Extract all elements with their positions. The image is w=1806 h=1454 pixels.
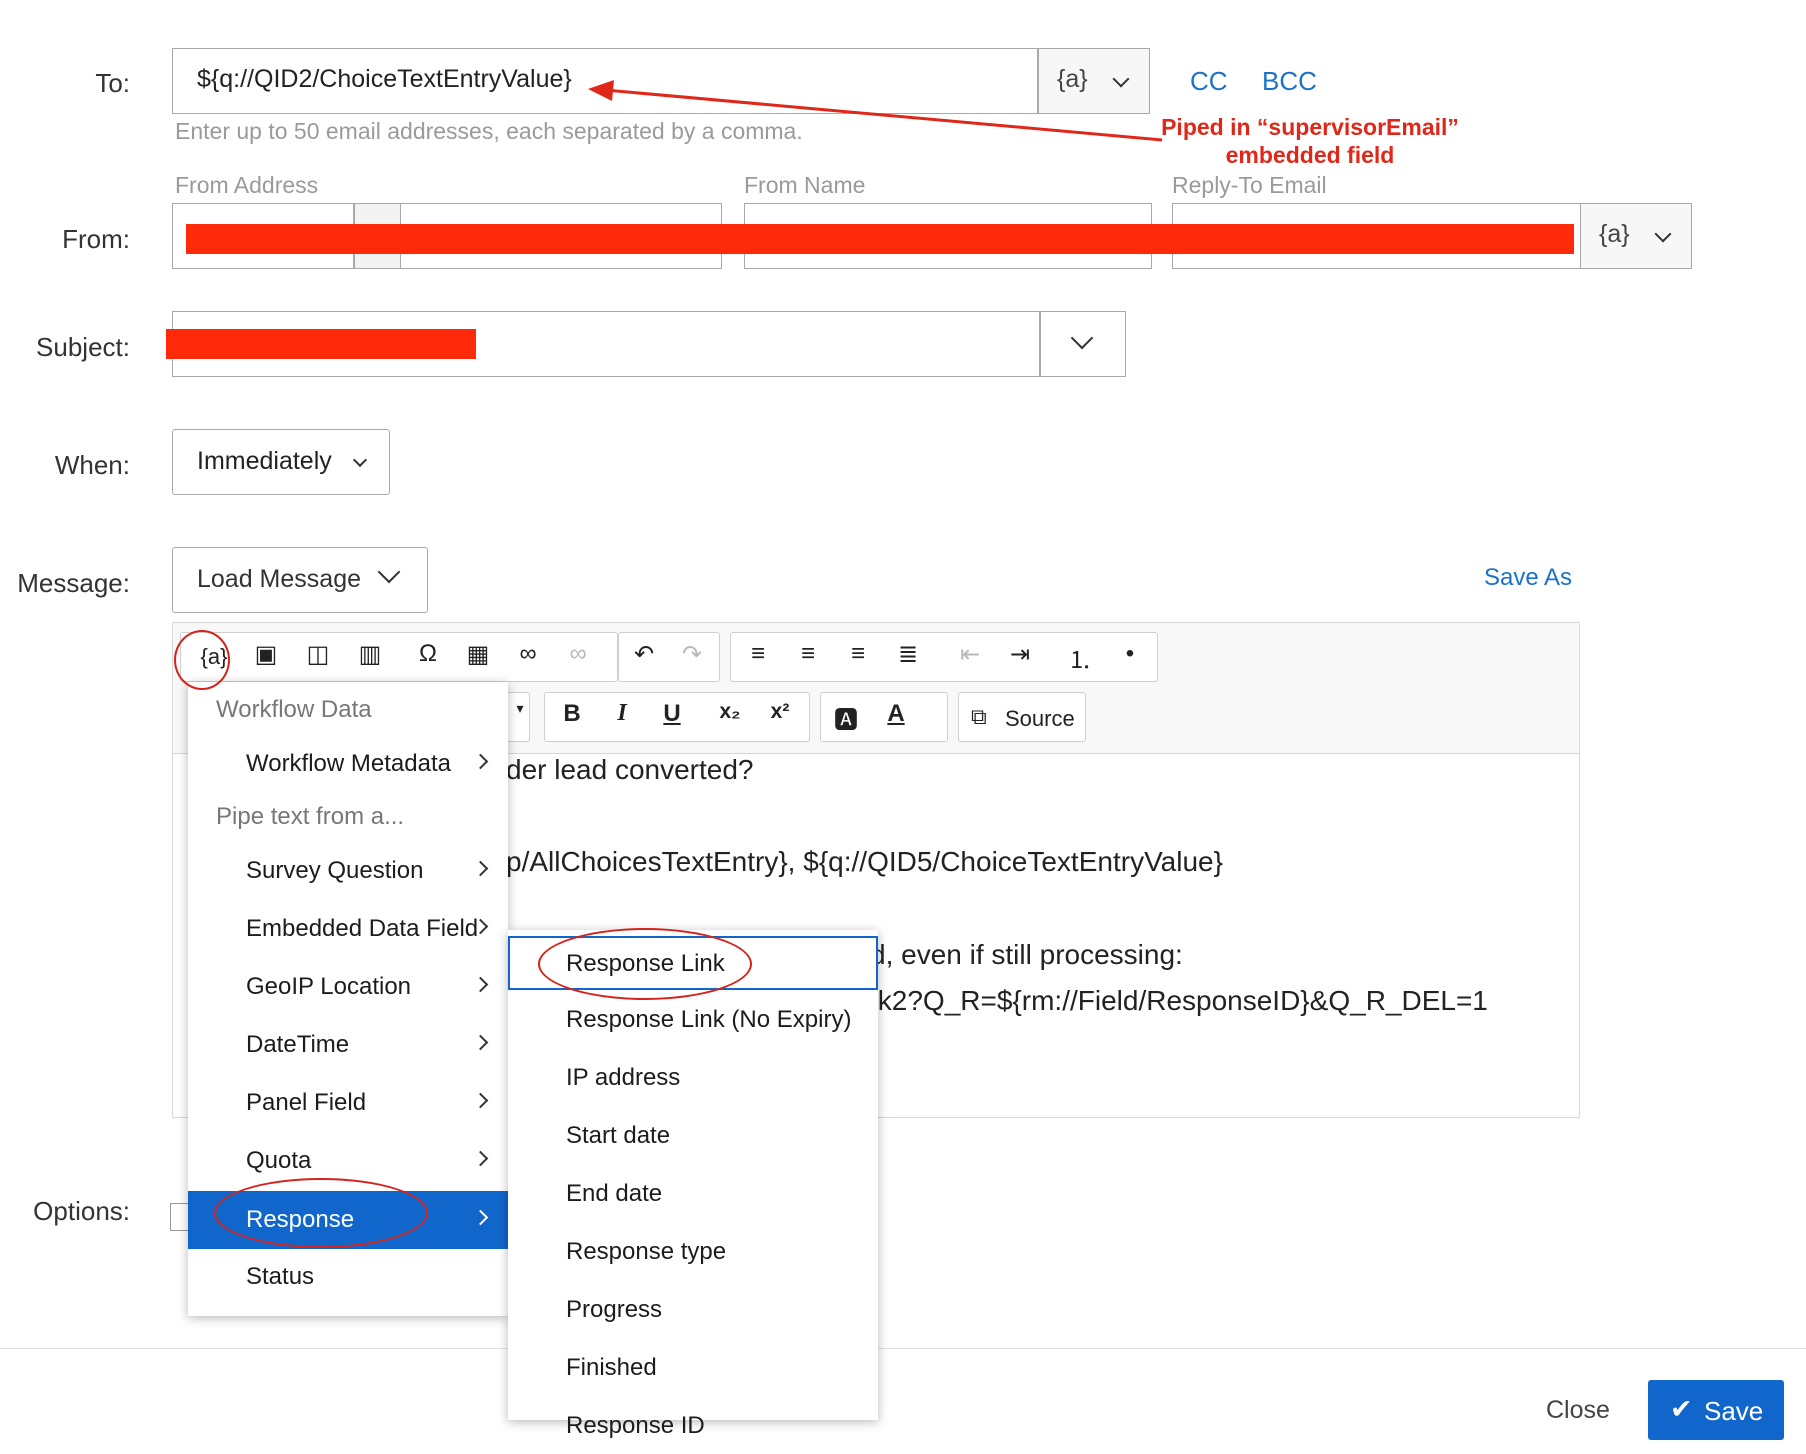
annotation-line2: embedded field	[1225, 142, 1395, 168]
chevron-right-icon	[472, 1034, 489, 1051]
chevron-down-icon	[1070, 326, 1094, 350]
submenu-item-end-date[interactable]: End date	[508, 1166, 878, 1222]
menu-item-geoip-location[interactable]: GeoIP Location	[188, 959, 508, 1015]
chevron-down-icon	[352, 452, 368, 468]
save-label: Save	[1704, 1396, 1764, 1426]
table-icon[interactable]: ▦	[458, 640, 498, 669]
annotation-line1: Piped in “supervisorEmail”	[1161, 114, 1459, 140]
menu-item-survey-question[interactable]: Survey Question	[188, 843, 508, 899]
undo-icon[interactable]: ↶	[624, 640, 664, 669]
underline-icon[interactable]: U	[652, 700, 692, 728]
bulleted-list-icon[interactable]: •	[1110, 640, 1150, 668]
unlink-icon[interactable]: ∞	[558, 640, 598, 668]
from-name-label: From Name	[744, 172, 866, 198]
when-value: Immediately	[197, 447, 332, 475]
menu-header-pipe-text: Pipe text from a...	[216, 803, 405, 830]
load-message-label: Load Message	[197, 565, 362, 593]
annotation-ellipse-response-link	[538, 928, 752, 1000]
annotation-ellipse-piping	[174, 630, 230, 690]
link-icon[interactable]: ∞	[508, 640, 548, 668]
body-line-2: p/AllChoicesTextEntry}, ${q://QID5/Choic…	[506, 846, 1223, 877]
annotation-ellipse-response	[214, 1178, 428, 1248]
when-select[interactable]: Immediately	[172, 429, 390, 495]
redaction-bar-subject	[166, 329, 476, 359]
submenu-item-response-type[interactable]: Response type	[508, 1224, 878, 1280]
numbered-list-icon[interactable]: ⒈	[1060, 640, 1100, 675]
from-piping-label: {a}	[1599, 220, 1630, 248]
menu-item-panel-field[interactable]: Panel Field	[188, 1075, 508, 1131]
submenu-item-finished[interactable]: Finished	[508, 1340, 878, 1396]
submenu-item-response-link-no-expiry[interactable]: Response Link (No Expiry)	[508, 992, 878, 1048]
footer-divider	[0, 1348, 1806, 1349]
video-icon[interactable]: ▥	[350, 640, 390, 669]
chevron-right-icon	[472, 1150, 489, 1167]
superscript-icon[interactable]: x²	[760, 700, 800, 724]
reply-to-label: Reply-To Email	[1172, 172, 1327, 198]
text-color-icon[interactable]: A	[876, 700, 916, 728]
image-icon[interactable]: ▣	[246, 640, 286, 669]
chevron-right-icon	[472, 1092, 489, 1109]
body-line-3: d, even if still processing:	[870, 939, 1183, 970]
submenu-item-ip-address[interactable]: IP address	[508, 1050, 878, 1106]
submenu-item-response-id[interactable]: Response ID	[508, 1398, 878, 1454]
menu-item-workflow-metadata[interactable]: Workflow Metadata	[188, 736, 508, 792]
align-right-icon[interactable]: ≡	[838, 640, 878, 668]
close-button[interactable]: Close	[1546, 1396, 1610, 1425]
checkmark-icon: ✔	[1670, 1394, 1693, 1424]
bold-icon[interactable]: B	[552, 700, 592, 728]
menu-item-status[interactable]: Status	[188, 1249, 508, 1305]
chevron-right-icon	[472, 753, 489, 770]
align-justify-icon[interactable]: ≣	[888, 640, 928, 669]
save-button[interactable]: ✔ Save	[1648, 1380, 1784, 1440]
submenu-item-start-date[interactable]: Start date	[508, 1108, 878, 1164]
redaction-bar-from	[186, 224, 1574, 254]
align-center-icon[interactable]: ≡	[788, 640, 828, 668]
source-label: Source	[1005, 706, 1075, 731]
chevron-right-icon	[472, 1209, 489, 1226]
save-as-link[interactable]: Save As	[1484, 564, 1572, 592]
subject-dropdown-button[interactable]	[1040, 311, 1126, 377]
menu-header-workflow-data: Workflow Data	[216, 696, 372, 723]
subscript-icon[interactable]: x₂	[710, 700, 750, 724]
align-left-icon[interactable]: ≡	[738, 640, 778, 668]
load-message-select[interactable]: Load Message	[172, 547, 428, 613]
outdent-icon[interactable]: ⇤	[950, 640, 990, 669]
chevron-right-icon	[472, 976, 489, 993]
submenu-item-progress[interactable]: Progress	[508, 1282, 878, 1338]
source-icon: ⧉	[971, 704, 987, 729]
from-address-label: From Address	[175, 172, 319, 198]
body-line-1: der lead converted?	[506, 754, 754, 785]
response-submenu: Response Link Response Link (No Expiry) …	[508, 930, 878, 1439]
chevron-right-icon	[472, 860, 489, 877]
italic-icon[interactable]: I	[602, 700, 642, 727]
special-character-icon[interactable]: Ω	[408, 640, 448, 668]
background-color-icon[interactable]: 🅰	[826, 700, 866, 735]
document-icon[interactable]: ◫	[298, 640, 338, 669]
chevron-down-icon	[1654, 225, 1672, 243]
chevron-down-icon	[377, 560, 401, 584]
from-piping-button[interactable]: {a}	[1580, 203, 1692, 269]
body-line-4: fk2?Q_R=${rm://Field/ResponseID}&Q_R_DEL…	[870, 985, 1488, 1016]
menu-item-embedded-data-field[interactable]: Embedded Data Field	[188, 901, 508, 957]
indent-icon[interactable]: ⇥	[1000, 640, 1040, 669]
menu-item-datetime[interactable]: DateTime	[188, 1017, 508, 1073]
source-button[interactable]: ⧉ Source	[958, 692, 1086, 742]
redo-icon[interactable]: ↷	[672, 640, 712, 669]
